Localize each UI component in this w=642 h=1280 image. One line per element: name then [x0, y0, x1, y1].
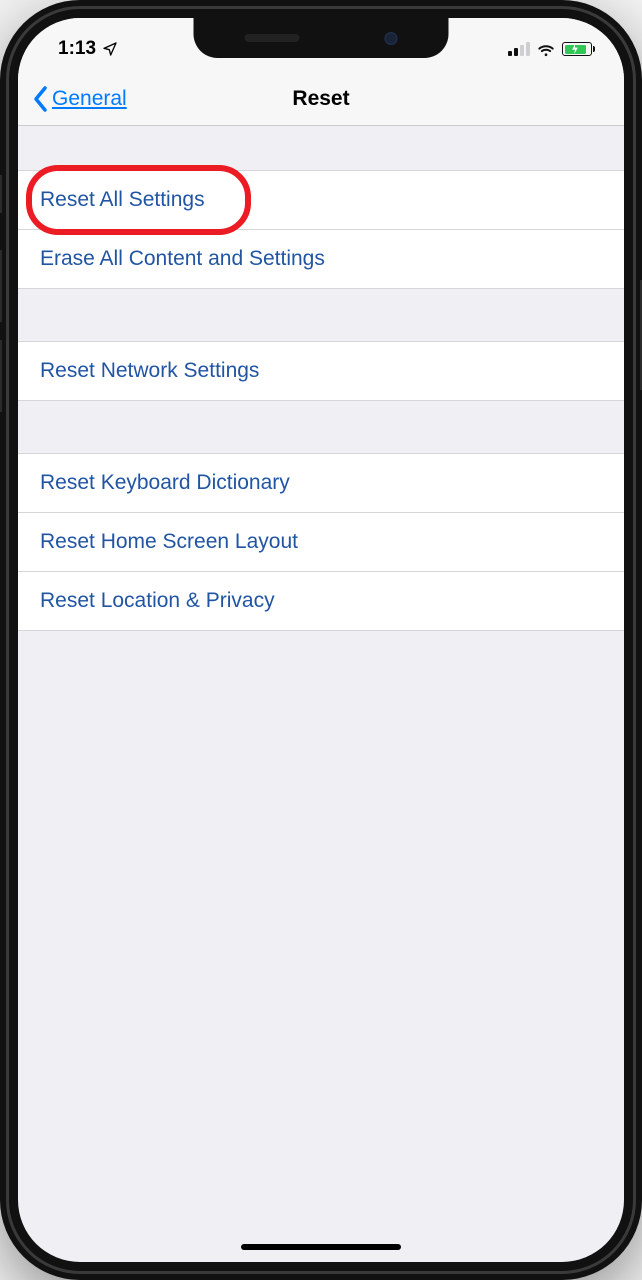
reset-location-and-privacy[interactable]: Reset Location & Privacy — [18, 572, 624, 631]
chevron-left-icon — [32, 85, 50, 113]
cell-label: Reset Home Screen Layout — [40, 530, 298, 553]
page-title: Reset — [292, 87, 349, 111]
home-indicator[interactable] — [241, 1244, 401, 1250]
screen: 1:13 — [18, 18, 624, 1262]
device-frame: 1:13 — [0, 0, 642, 1280]
notch — [194, 18, 449, 58]
settings-group-3: Reset Keyboard Dictionary Reset Home Scr… — [18, 453, 624, 631]
group-spacer — [18, 126, 624, 170]
status-left: 1:13 — [58, 38, 118, 60]
content: Reset All Settings Erase All Content and… — [18, 126, 624, 631]
navigation-bar: General Reset — [18, 72, 624, 126]
cellular-signal-icon — [508, 42, 530, 56]
back-button-label: General — [52, 87, 127, 111]
cell-label: Reset Keyboard Dictionary — [40, 471, 290, 494]
side-button-silence — [0, 175, 2, 213]
group-spacer — [18, 401, 624, 453]
side-button-volume-up — [0, 250, 2, 322]
battery-icon — [562, 42, 592, 56]
cell-label: Reset Location & Privacy — [40, 589, 275, 612]
cell-label: Reset Network Settings — [40, 359, 259, 382]
status-right — [508, 39, 592, 59]
back-button[interactable]: General — [18, 85, 127, 113]
cell-label: Reset All Settings — [40, 188, 205, 211]
speaker-grille — [245, 34, 300, 42]
settings-group-1: Reset All Settings Erase All Content and… — [18, 170, 624, 289]
status-time: 1:13 — [58, 38, 96, 60]
wifi-icon — [536, 39, 556, 59]
side-button-volume-down — [0, 340, 2, 412]
front-camera — [385, 32, 398, 45]
battery-charging-icon — [565, 45, 586, 54]
settings-group-2: Reset Network Settings — [18, 341, 624, 401]
group-spacer — [18, 289, 624, 341]
reset-home-screen-layout[interactable]: Reset Home Screen Layout — [18, 513, 624, 572]
erase-all-content-and-settings[interactable]: Erase All Content and Settings — [18, 230, 624, 289]
reset-all-settings[interactable]: Reset All Settings — [18, 170, 624, 230]
reset-keyboard-dictionary[interactable]: Reset Keyboard Dictionary — [18, 453, 624, 513]
cell-label: Erase All Content and Settings — [40, 247, 325, 270]
location-services-icon — [102, 41, 118, 57]
reset-network-settings[interactable]: Reset Network Settings — [18, 341, 624, 401]
